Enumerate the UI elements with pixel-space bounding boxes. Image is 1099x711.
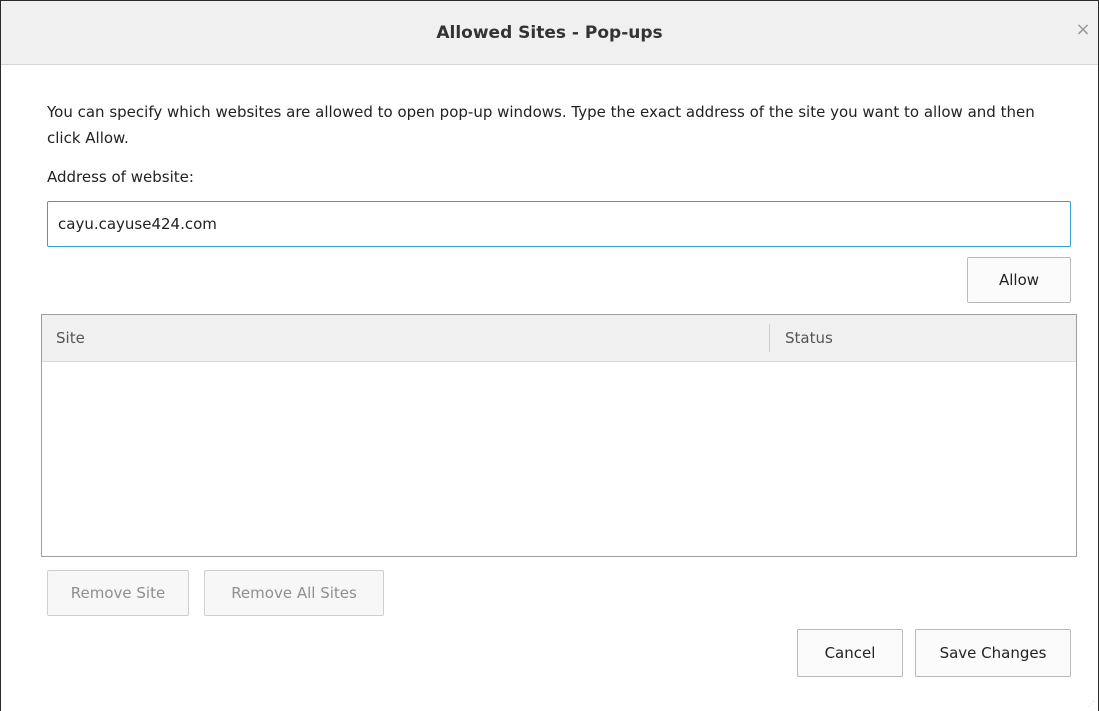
resize-grip-icon[interactable]: ⋰ <box>1088 701 1095 708</box>
close-icon[interactable]: × <box>1074 21 1092 39</box>
dialog-titlebar: Allowed Sites - Pop-ups × <box>1 1 1098 65</box>
dialog-description: You can specify which websites are allow… <box>47 103 1035 147</box>
column-header-status[interactable]: Status <box>785 329 833 347</box>
remove-all-sites-button[interactable]: Remove All Sites <box>204 570 384 616</box>
sites-table-header: Site Status <box>42 315 1076 362</box>
cancel-button[interactable]: Cancel <box>797 629 903 677</box>
save-changes-button[interactable]: Save Changes <box>915 629 1071 677</box>
column-divider[interactable] <box>769 324 770 352</box>
allowed-sites-dialog: Allowed Sites - Pop-ups × You can specif… <box>0 0 1099 711</box>
allow-button[interactable]: Allow <box>967 257 1071 303</box>
address-label: Address of website: <box>47 168 194 186</box>
sites-table-body[interactable] <box>42 362 1076 556</box>
dialog-title: Allowed Sites - Pop-ups <box>436 23 663 43</box>
remove-site-button[interactable]: Remove Site <box>47 570 189 616</box>
address-input[interactable] <box>47 201 1071 247</box>
column-header-site[interactable]: Site <box>56 329 85 347</box>
sites-table: Site Status <box>41 314 1077 557</box>
